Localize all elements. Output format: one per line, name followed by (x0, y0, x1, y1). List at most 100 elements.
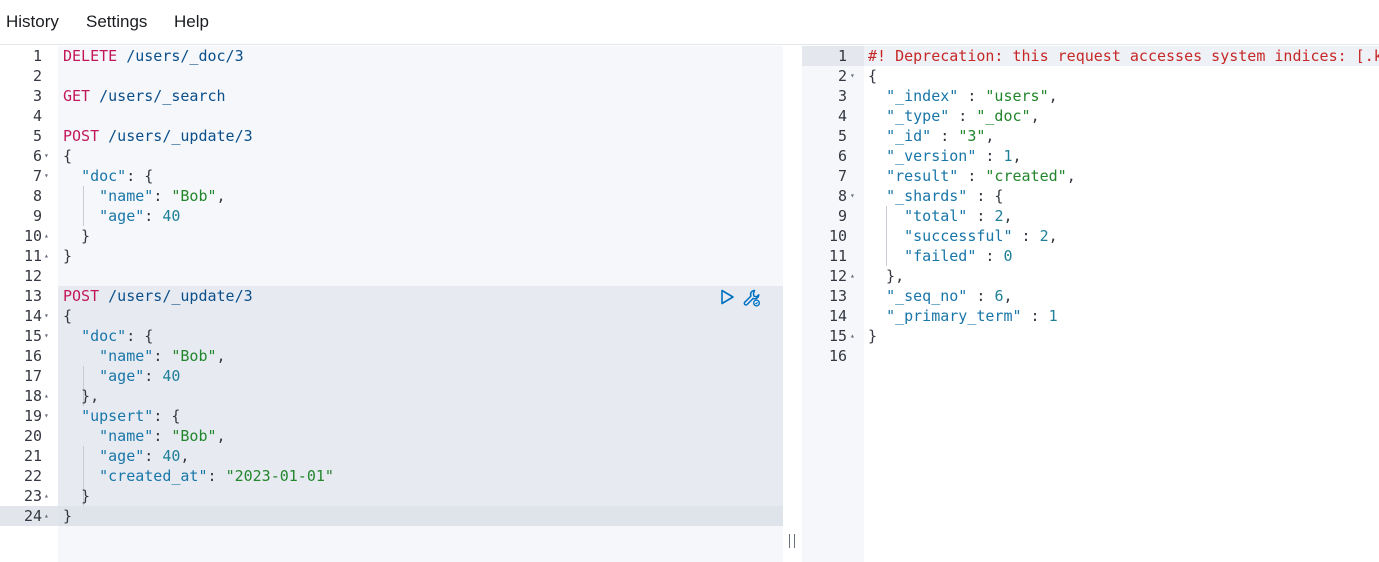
fold-collapse-icon[interactable]: ▾ (850, 66, 855, 86)
token-key: "doc" (81, 167, 127, 185)
token-str: "Bob" (171, 187, 217, 205)
code-line[interactable]: 9 "total" : 2, (802, 206, 1379, 226)
code-line[interactable]: 1 #! Deprecation: this request accesses s… (802, 46, 1379, 66)
code-line[interactable]: 13 POST /users/_update/3 (0, 286, 783, 306)
fold-end-icon[interactable]: ▴ (44, 246, 49, 266)
request-editor[interactable]: 1 DELETE /users/_doc/3 2 3 GET /users/_searc… (0, 46, 783, 562)
fold-end-icon[interactable]: ▴ (44, 486, 49, 506)
line-text: "failed" : 0 (868, 246, 1012, 266)
menu-settings[interactable]: Settings (86, 12, 147, 32)
fold-collapse-icon[interactable]: ▾ (44, 306, 49, 326)
fold-collapse-icon[interactable]: ▾ (850, 186, 855, 206)
token-punct: , (1066, 167, 1076, 185)
code-line[interactable]: 15 ▴} (802, 326, 1379, 346)
code-line[interactable]: 12 (0, 266, 783, 286)
code-line[interactable]: 14 ▾ { (0, 306, 783, 326)
code-line[interactable]: 4 "_type" : "_doc", (802, 106, 1379, 126)
play-icon[interactable] (718, 288, 736, 306)
code-line[interactable]: 2 ▾ { (802, 66, 1379, 86)
line-number: 7 (32, 167, 42, 185)
code-line[interactable]: 16 (802, 346, 1379, 366)
line-text: } (63, 486, 90, 506)
fold-end-icon[interactable]: ▴ (44, 226, 49, 246)
line-text: } (63, 246, 72, 266)
line-text: "age": 40 (63, 206, 180, 226)
response-viewer[interactable]: 1 #! Deprecation: this request accesses s… (802, 46, 1379, 562)
token-punct: }, (868, 267, 905, 285)
code-line[interactable]: 22 "created_at": "2023-01-01" (0, 466, 783, 486)
token-punct (63, 427, 99, 445)
line-number: 13 (828, 287, 847, 305)
token-punct: : (144, 367, 163, 385)
line-number: 10 (23, 227, 42, 245)
code-line[interactable]: 10 ▴ } (0, 226, 783, 246)
token-punct: : { (126, 167, 154, 185)
token-num: 1 (1048, 307, 1058, 325)
wrench-icon[interactable] (742, 288, 760, 307)
code-line[interactable]: 3 "_index" : "users", (802, 86, 1379, 106)
fold-collapse-icon[interactable]: ▾ (44, 146, 49, 166)
token-punct (868, 187, 886, 205)
token-punct: { (63, 307, 73, 325)
code-line[interactable]: 8 "name": "Bob", (0, 186, 783, 206)
code-line[interactable]: 8 ▾ "_shards" : { (802, 186, 1379, 206)
line-text: { (63, 146, 72, 166)
code-line[interactable]: 4 (0, 106, 783, 126)
token-punct: }, (63, 387, 100, 405)
token-key: "_id" (886, 127, 932, 145)
code-line[interactable]: 10 "successful" : 2, (802, 226, 1379, 246)
resize-grip-icon[interactable] (789, 534, 795, 548)
line-text: "doc": { (63, 326, 153, 346)
code-line[interactable]: 3 GET /users/_search (0, 86, 783, 106)
token-punct: : (976, 247, 1004, 265)
token-key: "failed" (904, 247, 977, 265)
line-text: } (868, 326, 877, 346)
token-punct: , (1048, 227, 1058, 245)
fold-collapse-icon[interactable]: ▾ (44, 406, 49, 426)
code-line[interactable]: 23 ▴ } (0, 486, 783, 506)
line-text: POST /users/_update/3 (63, 126, 253, 146)
code-line[interactable]: 6 ▾ { (0, 146, 783, 166)
code-line[interactable]: 17 "age": 40 (0, 366, 783, 386)
code-line[interactable]: 19 ▾ "upsert": { (0, 406, 783, 426)
token-punct: } (63, 227, 91, 245)
fold-collapse-icon[interactable]: ▾ (44, 166, 49, 186)
code-line[interactable]: 11 "failed" : 0 (802, 246, 1379, 266)
code-line[interactable]: 13 "_seq_no" : 6, (802, 286, 1379, 306)
code-line[interactable]: 9 "age": 40 (0, 206, 783, 226)
code-line[interactable]: 15 ▾ "doc": { (0, 326, 783, 346)
code-line[interactable]: 5 POST /users/_update/3 (0, 126, 783, 146)
pane-resize-handle[interactable] (783, 46, 802, 562)
code-line[interactable]: 6 "_version" : 1, (802, 146, 1379, 166)
fold-collapse-icon[interactable]: ▾ (44, 326, 49, 346)
token-key: "_type" (886, 107, 950, 125)
line-number: 14 (828, 307, 847, 325)
code-line[interactable]: 24 ▴} (0, 506, 783, 526)
code-line[interactable]: 11 ▴} (0, 246, 783, 266)
code-line[interactable]: 16 "name": "Bob", (0, 346, 783, 366)
code-line[interactable]: 14 "_primary_term" : 1 (802, 306, 1379, 326)
code-line[interactable]: 5 "_id" : "3", (802, 126, 1379, 146)
fold-end-icon[interactable]: ▴ (850, 266, 855, 286)
menu-history[interactable]: History (6, 12, 59, 32)
fold-end-icon[interactable]: ▴ (44, 386, 49, 406)
code-line[interactable]: 1 DELETE /users/_doc/3 (0, 46, 783, 66)
token-punct: , (180, 447, 190, 465)
token-punct (868, 147, 886, 165)
token-punct: { (63, 147, 73, 165)
code-line[interactable]: 18 ▴ }, (0, 386, 783, 406)
code-line[interactable]: 12 ▴ }, (802, 266, 1379, 286)
token-punct (868, 287, 886, 305)
code-line[interactable]: 7 ▾ "doc": { (0, 166, 783, 186)
code-line[interactable]: 2 (0, 66, 783, 86)
code-line[interactable]: 20 "name": "Bob", (0, 426, 783, 446)
fold-end-icon[interactable]: ▴ (850, 326, 855, 346)
line-number: 4 (32, 107, 42, 125)
line-number: 3 (32, 87, 42, 105)
fold-end-icon[interactable]: ▴ (44, 506, 49, 526)
code-line[interactable]: 7 "result" : "created", (802, 166, 1379, 186)
line-number: 16 (23, 347, 42, 365)
code-line[interactable]: 21 "age": 40, (0, 446, 783, 466)
line-text: "name": "Bob", (63, 186, 225, 206)
menu-help[interactable]: Help (174, 12, 209, 32)
